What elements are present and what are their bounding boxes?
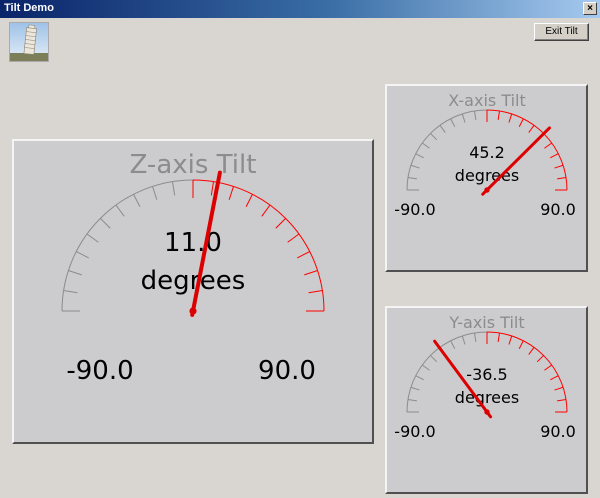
gauge-tick: [536, 355, 544, 363]
gauge-max-label: 90.0: [540, 422, 576, 441]
gauge-tick: [544, 142, 553, 149]
gauge-tick: [261, 204, 271, 217]
gauge-tick: [550, 153, 559, 159]
gauge-hub: [484, 409, 490, 415]
gauge-min-label: -90.0: [394, 422, 435, 441]
gauge-tick: [410, 386, 420, 391]
gauge-tick: [210, 181, 214, 196]
gauge-tick: [497, 110, 501, 120]
gauge-min-label: -90.0: [394, 200, 435, 219]
gauge-unit: degrees: [455, 388, 519, 407]
gauge-tick: [508, 113, 513, 123]
window-title: Tilt Demo: [4, 2, 54, 14]
gauge-tick: [100, 218, 111, 229]
z-axis-gauge: Z-axis Tilt 11.0 degrees -90.0 90.0: [61, 150, 325, 386]
gauge-value: -36.5: [466, 365, 507, 384]
gauge-tick: [421, 142, 430, 149]
x-axis-gauge: X-axis Tilt 45.2 degrees -90.0 90.0: [394, 91, 576, 219]
gauge-tick: [518, 340, 524, 349]
z-axis-gauge-panel: Z-axis Tilt 11.0 degrees -90.0 90.0: [12, 139, 374, 444]
gauge-max-label: 90.0: [258, 356, 316, 386]
gauge-tick: [497, 332, 501, 342]
x-axis-gauge-panel: X-axis Tilt 45.2 degrees -90.0 90.0: [385, 84, 588, 272]
gauge-tick: [172, 181, 176, 196]
gauge-tick: [528, 346, 535, 355]
gauge-tick: [461, 113, 466, 123]
gauge-tick: [461, 335, 466, 345]
gauge-tick: [473, 332, 477, 342]
y-axis-gauge: Y-axis Tilt -36.5 degrees -90.0 90.0: [394, 313, 576, 441]
gauge-tick: [407, 398, 417, 402]
gauge-tick: [550, 375, 559, 381]
gauge-hub: [189, 307, 197, 315]
gauge-tick: [115, 204, 125, 217]
gauge-tick: [554, 164, 564, 169]
gauge-tick: [415, 375, 424, 381]
gauge-tick: [410, 164, 420, 169]
gauge-tick: [63, 290, 78, 294]
gauge-max-label: 90.0: [540, 200, 576, 219]
gauge-value: 11.0: [164, 228, 222, 258]
close-button[interactable]: ×: [583, 2, 597, 15]
gauge-value: 45.2: [469, 143, 505, 162]
gauge-tick: [76, 251, 89, 259]
gauge-tick: [430, 355, 438, 363]
gauge-tick: [421, 364, 430, 371]
gauge-hub: [484, 187, 490, 193]
gauge-tick: [450, 340, 456, 349]
gauge-tick: [407, 176, 417, 180]
gauge-title: X-axis Tilt: [448, 91, 526, 110]
gauge-tick: [152, 186, 158, 200]
title-bar[interactable]: Tilt Demo ×: [0, 0, 600, 18]
gauge-tick: [68, 270, 82, 276]
gauge-min-label: -90.0: [66, 356, 133, 386]
gauge-tick: [430, 133, 438, 141]
gauge-title: Z-axis Tilt: [130, 150, 257, 180]
gauge-tick: [557, 176, 567, 180]
gauge-tick: [518, 118, 524, 127]
gauge-tick: [544, 364, 553, 371]
gauge-tick: [415, 153, 424, 159]
gauge-tick: [528, 124, 535, 133]
gauge-tick: [297, 251, 310, 259]
gauge-unit: degrees: [141, 266, 246, 296]
gauge-tick: [450, 118, 456, 127]
gauge-tick: [508, 335, 513, 345]
gauge-tick: [245, 194, 253, 207]
gauge-tick: [308, 290, 323, 294]
tilt-demo-window: Tilt Demo × Exit Tilt Z-axis Tilt 11.0 d…: [0, 0, 600, 498]
gauge-tick: [287, 233, 300, 243]
gauge-tick: [228, 186, 234, 200]
leaning-tower-logo: [9, 22, 49, 62]
gauge-tick: [304, 270, 318, 276]
gauge-tick: [554, 386, 564, 391]
y-axis-gauge-panel: Y-axis Tilt -36.5 degrees -90.0 90.0: [385, 306, 588, 494]
gauge-tick: [133, 194, 141, 207]
gauge-tick: [86, 233, 99, 243]
gauge-tick: [275, 218, 286, 229]
exit-tilt-button[interactable]: Exit Tilt: [534, 23, 589, 41]
gauge-tick: [439, 124, 446, 133]
gauge-tick: [473, 110, 477, 120]
gauge-tick: [557, 398, 567, 402]
gauge-title: Y-axis Tilt: [448, 313, 524, 332]
